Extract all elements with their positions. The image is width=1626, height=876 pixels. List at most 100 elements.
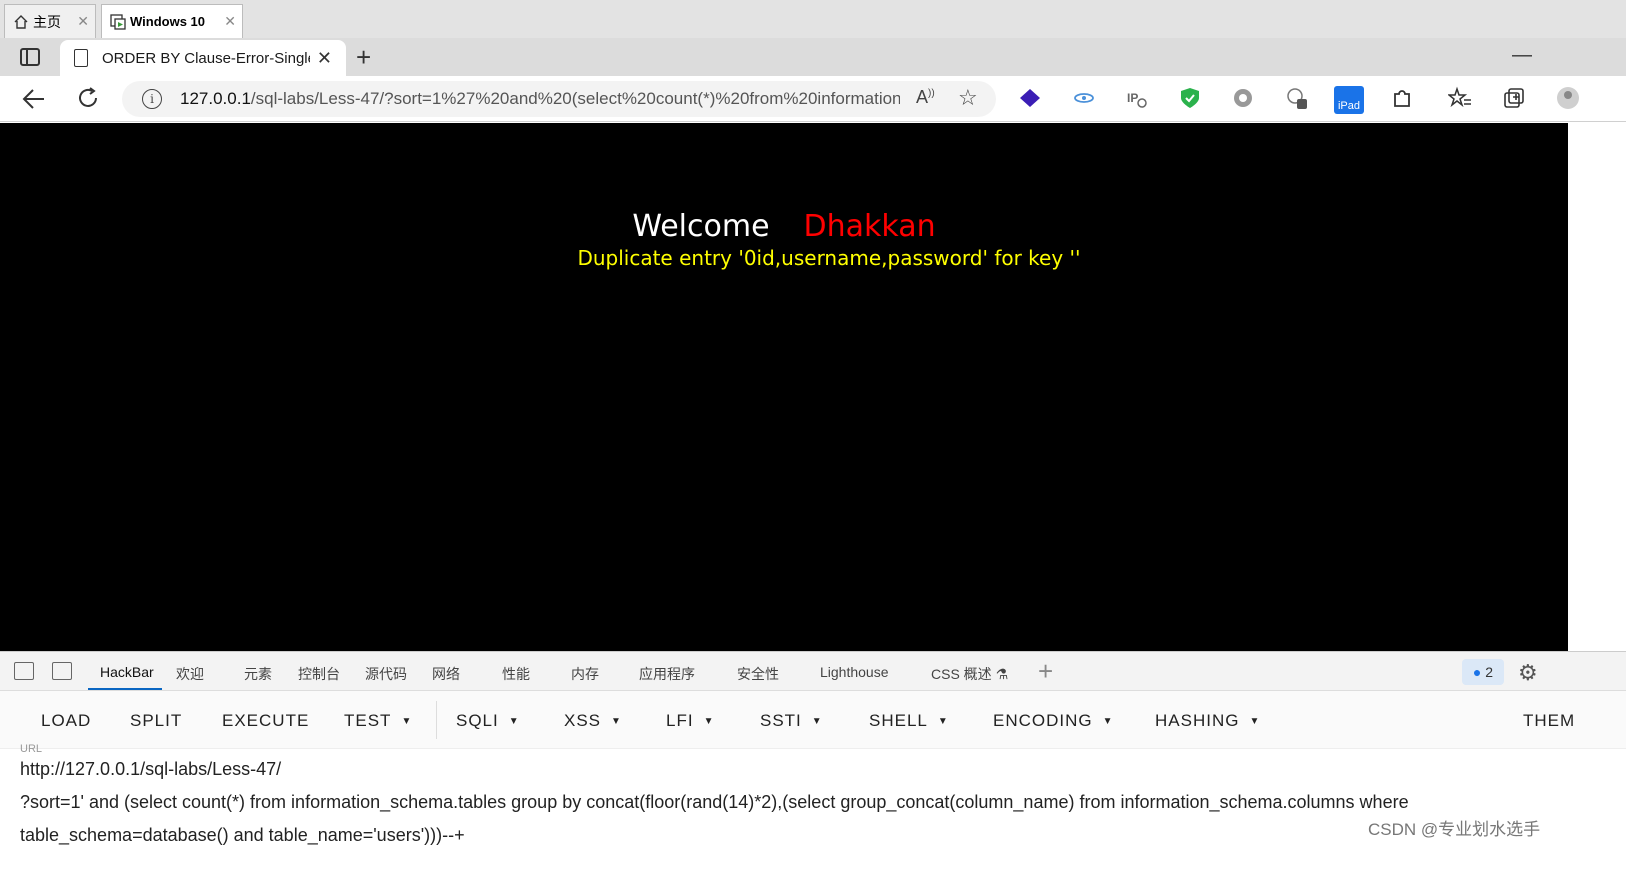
tab-memory[interactable]: 内存 [571, 664, 599, 684]
tab-application[interactable]: 应用程序 [639, 664, 695, 684]
ipad-icon[interactable]: iPad [1334, 86, 1364, 114]
tab-actions-icon[interactable] [20, 48, 40, 66]
favorites-icon[interactable] [1448, 86, 1472, 110]
address-bar[interactable]: i 127.0.0.1/sql-labs/Less-47/?sort=1%27%… [122, 81, 996, 117]
page-viewport: Welcome Dhakkan Duplicate entry '0id,user… [0, 123, 1568, 651]
add-favorite-icon[interactable]: ☆ [958, 85, 978, 111]
close-icon[interactable]: ✕ [224, 13, 236, 30]
issues-badge[interactable]: ● 2 [1462, 659, 1504, 685]
issues-icon: ● [1472, 664, 1482, 680]
load-button[interactable]: LOAD [41, 711, 91, 731]
close-icon[interactable]: ✕ [77, 13, 89, 30]
encoding-label: ENCODING [993, 711, 1093, 730]
puzzle-icon[interactable] [1390, 86, 1414, 110]
shell-label: SHELL [869, 711, 928, 730]
browser-tab-strip: ORDER BY Clause-Error-Single quote ✕ + — [0, 38, 1626, 76]
url-textarea[interactable]: URL http://127.0.0.1/sql-labs/Less-47/ ?… [0, 743, 1626, 876]
device-toolbar-icon[interactable] [52, 662, 72, 680]
layers-icon[interactable] [1018, 86, 1042, 110]
url-field-label: URL [20, 743, 43, 755]
tab-sources[interactable]: 源代码 [365, 664, 407, 684]
navigation-bar: i 127.0.0.1/sql-labs/Less-47/?sort=1%27%… [0, 76, 1626, 122]
caret-down-icon: ▼ [1249, 716, 1261, 727]
tab-hackbar[interactable]: HackBar [100, 664, 154, 680]
test-dropdown[interactable]: TEST ▼ [344, 711, 412, 731]
svg-text:IP: IP [1127, 91, 1138, 105]
address-url[interactable]: 127.0.0.1/sql-labs/Less-47/?sort=1%27%20… [180, 89, 900, 109]
theme-button[interactable]: THEM [1523, 711, 1575, 731]
ssti-label: SSTI [760, 711, 802, 730]
close-tab-icon[interactable]: ✕ [317, 48, 332, 69]
execute-button[interactable]: EXECUTE [222, 711, 309, 731]
url-path: /sql-labs/Less-47/?sort=1%27%20and%20(se… [250, 89, 900, 108]
vm-tab-windows[interactable]: Windows 10 ✕ [101, 4, 243, 38]
sqli-dropdown[interactable]: SQLI ▼ [456, 711, 520, 731]
toolbar-divider [436, 701, 437, 739]
sqli-label: SQLI [456, 711, 499, 730]
lfi-label: LFI [666, 711, 694, 730]
caret-down-icon: ▼ [811, 716, 823, 727]
caret-down-icon: ▼ [401, 716, 413, 727]
hashing-label: HASHING [1155, 711, 1240, 730]
vm-tab-windows-label: Windows 10 [130, 14, 206, 29]
url-host: 127.0.0.1 [180, 89, 251, 108]
minimize-icon[interactable]: — [1512, 44, 1532, 67]
settings-gear-icon[interactable]: ⚙ [1518, 660, 1538, 686]
tab-network[interactable]: 网络 [432, 664, 460, 684]
refresh-icon[interactable] [76, 86, 100, 110]
xss-dropdown[interactable]: XSS ▼ [564, 711, 622, 731]
welcome-heading: Welcome Dhakkan [0, 209, 1568, 244]
hackbar-toolbar: LOAD SPLIT EXECUTE TEST ▼ SQLI ▼ XSS ▼ LFI ▼… [0, 691, 1626, 749]
url-line: ?sort=1' and (select count(*) from infor… [20, 792, 1409, 812]
home-icon [14, 14, 28, 29]
encoding-dropdown[interactable]: ENCODING ▼ [993, 711, 1114, 731]
tab-css-overview[interactable]: CSS 概述 ⚗ [931, 664, 1008, 684]
vm-tab-home-label: 主页 [33, 13, 61, 30]
eye-icon[interactable] [1072, 86, 1096, 110]
browser-tab-title: ORDER BY Clause-Error-Single quote [102, 49, 310, 67]
caret-down-icon: ▼ [508, 716, 520, 727]
issues-count: 2 [1485, 664, 1494, 680]
split-button[interactable]: SPLIT [130, 711, 182, 731]
collections-icon[interactable] [1502, 86, 1526, 110]
caret-down-icon: ▼ [937, 716, 949, 727]
browser-tab-active[interactable]: ORDER BY Clause-Error-Single quote ✕ [60, 40, 346, 76]
circle-icon[interactable] [1231, 86, 1255, 110]
ssti-dropdown[interactable]: SSTI ▼ [760, 711, 823, 731]
vm-icon [110, 13, 126, 30]
ipad-label: iPad [1337, 100, 1361, 112]
active-tab-indicator [88, 688, 162, 690]
inspect-icon[interactable] [14, 662, 34, 680]
lfi-dropdown[interactable]: LFI ▼ [666, 711, 714, 731]
site-info-icon[interactable]: i [142, 89, 162, 109]
translate-icon[interactable] [1285, 86, 1309, 110]
more-tabs-icon[interactable]: + [1038, 656, 1053, 687]
tab-console[interactable]: 控制台 [298, 664, 340, 684]
shell-dropdown[interactable]: SHELL ▼ [869, 711, 949, 731]
tab-performance[interactable]: 性能 [502, 664, 530, 684]
tab-elements[interactable]: 元素 [244, 664, 272, 684]
profile-icon[interactable] [1556, 86, 1580, 110]
welcome-name: Dhakkan [803, 209, 936, 244]
ip-icon[interactable]: IP [1125, 86, 1149, 110]
hashing-dropdown[interactable]: HASHING ▼ [1155, 711, 1260, 731]
test-label: TEST [344, 711, 392, 730]
error-message: Duplicate entry '0id,username,password' … [577, 246, 1081, 270]
vm-tab-strip: 主页 ✕ Windows 10 ✕ [0, 0, 1626, 38]
url-line: http://127.0.0.1/sql-labs/Less-47/ [20, 759, 282, 779]
back-icon[interactable] [22, 88, 46, 110]
vm-tab-home[interactable]: 主页 ✕ [4, 4, 96, 38]
devtools-tab-bar: HackBar 欢迎 元素 控制台 源代码 网络 性能 内存 应用程序 安全性 … [0, 651, 1626, 691]
xss-label: XSS [564, 711, 602, 730]
watermark: CSDN @专业划水选手 [1368, 820, 1541, 839]
shield-icon[interactable] [1178, 86, 1202, 110]
new-tab-icon[interactable]: + [356, 42, 371, 73]
tab-lighthouse[interactable]: Lighthouse [820, 664, 889, 680]
tab-welcome[interactable]: 欢迎 [176, 664, 204, 684]
page-icon [74, 49, 88, 67]
welcome-text: Welcome [632, 209, 770, 244]
read-aloud-icon[interactable]: A)) [916, 87, 935, 108]
caret-down-icon: ▼ [611, 716, 622, 727]
caret-down-icon: ▼ [1102, 716, 1114, 727]
tab-security[interactable]: 安全性 [737, 664, 779, 684]
